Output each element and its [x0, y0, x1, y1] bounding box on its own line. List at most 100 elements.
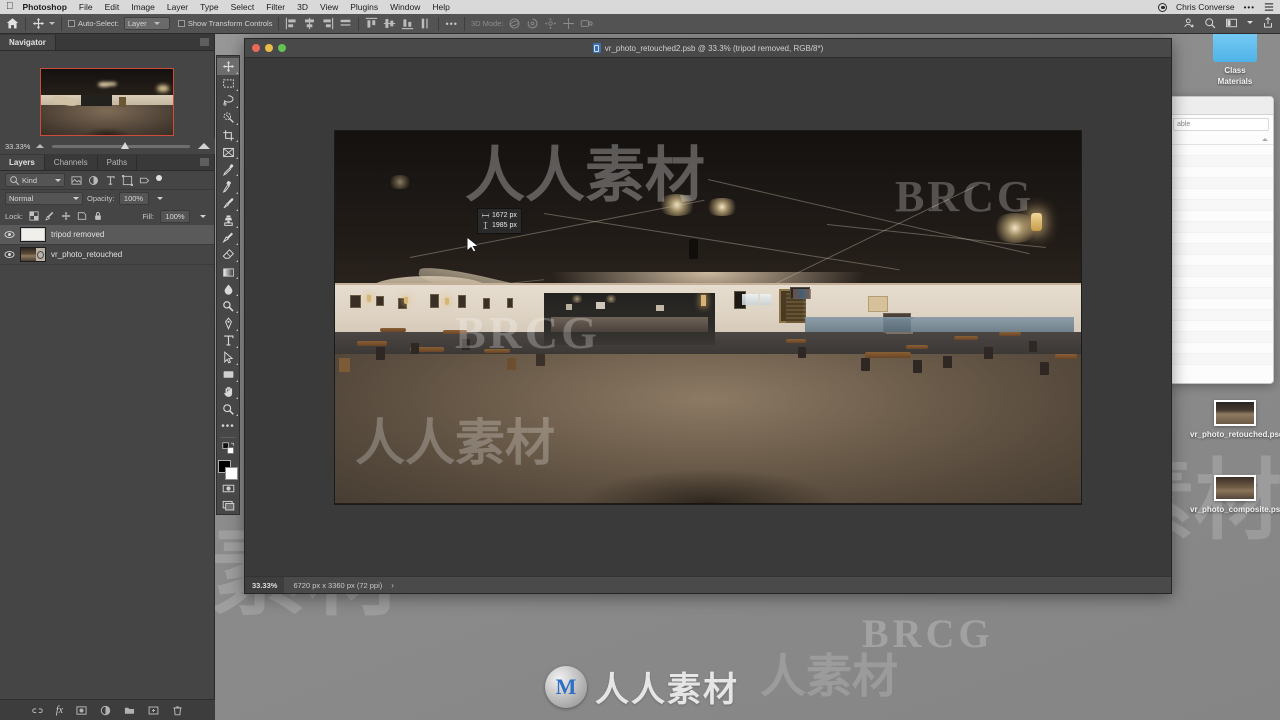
menu-item-photoshop[interactable]: Photoshop [23, 2, 67, 12]
layer-visibility-icon[interactable] [4, 229, 15, 240]
tab-paths[interactable]: Paths [97, 155, 138, 170]
menu-item-layer[interactable]: Layer [167, 2, 188, 12]
layer-name[interactable]: vr_photo_retouched [51, 250, 122, 259]
chevron-down-icon[interactable] [156, 197, 163, 200]
eyedropper-tool[interactable] [217, 161, 239, 178]
desktop-folder-class-materials[interactable]: Class Materials [1207, 30, 1263, 87]
navigator-thumbnail[interactable] [40, 68, 174, 136]
add-layer-mask-icon[interactable] [76, 705, 87, 716]
zoom-out-mountain-icon[interactable] [36, 144, 45, 148]
navigator-zoom-knob[interactable] [121, 141, 130, 149]
menu-item-view[interactable]: View [320, 2, 338, 12]
chevron-down-icon[interactable] [73, 197, 79, 200]
background-window[interactable]: able [1168, 96, 1274, 384]
lock-image-pixels-icon[interactable] [45, 211, 55, 221]
menu-item-plugins[interactable]: Plugins [350, 2, 378, 12]
clone-stamp-tool[interactable] [217, 212, 239, 229]
layer-thumbnail[interactable] [20, 227, 46, 242]
menu-item-type[interactable]: Type [200, 2, 218, 12]
lock-position-icon[interactable] [61, 211, 71, 221]
shape-layer-filter-icon[interactable] [122, 174, 133, 186]
status-dimensions[interactable]: 6720 px x 3360 px (72 ppi) [284, 581, 391, 590]
tab-layers[interactable]: Layers [0, 155, 45, 170]
show-transform-controls-checkbox[interactable] [177, 20, 185, 27]
creative-cloud-icon[interactable] [1158, 2, 1168, 12]
auto-select-checkbox[interactable] [68, 20, 75, 27]
status-zoom-level[interactable]: 33.33% [245, 577, 285, 593]
frame-tool[interactable] [217, 144, 239, 161]
history-brush-tool[interactable] [217, 229, 239, 246]
pixel-layer-filter-icon[interactable] [71, 175, 82, 186]
search-icon[interactable] [1204, 17, 1216, 29]
apple-icon[interactable]:  [6, 2, 14, 12]
layer-row-tripod-removed[interactable]: tripod removed [0, 225, 214, 245]
distribute-h-icon[interactable] [339, 17, 352, 30]
panel-menu-icon[interactable] [200, 38, 209, 46]
chevron-right-icon[interactable]: › [391, 581, 394, 590]
layer-row-vr-photo-retouched[interactable]: vr_photo_retouched [0, 245, 214, 265]
layer-thumbnail[interactable] [20, 247, 46, 262]
align-center-h-icon[interactable] [303, 17, 316, 30]
image-canvas[interactable]: 人人素材 BRCG BRCG 人人素材 1672 px 1985 px [335, 130, 1081, 504]
blend-mode-row[interactable]: Normal Opacity: 100% [0, 190, 214, 207]
blend-mode-select[interactable]: Normal [5, 192, 83, 205]
align-right-icon[interactable] [321, 17, 334, 30]
menu-bar-status-items[interactable]: Chris Converse ••• [1158, 2, 1274, 12]
background-color-swatch[interactable] [225, 466, 238, 480]
menu-bar-user-name[interactable]: Chris Converse [1176, 2, 1235, 12]
crop-tool[interactable] [217, 127, 239, 144]
menu-item-select[interactable]: Select [231, 2, 255, 12]
smart-object-filter-icon[interactable] [139, 175, 150, 186]
opacity-value-field[interactable]: 100% [118, 192, 149, 205]
align-middle-v-icon[interactable] [383, 17, 396, 30]
auto-select-scope-select[interactable]: Layer [123, 17, 170, 30]
tab-channels[interactable]: Channels [44, 155, 98, 170]
app-window-right-controls[interactable] [1183, 16, 1274, 29]
home-icon[interactable] [6, 17, 19, 30]
layers-panel-tabs[interactable]: Layers Channels Paths [0, 154, 214, 171]
zoom-in-mountain-icon[interactable] [198, 143, 210, 149]
share-user-icon[interactable] [1183, 17, 1195, 29]
filter-toggle-icon[interactable] [156, 174, 162, 181]
layers-panel-body[interactable]: Kind Normal Opacity: 100% Lock: Fill: 10… [0, 171, 214, 720]
workspace-icon[interactable] [1225, 17, 1238, 29]
pen-tool[interactable] [217, 315, 239, 332]
brush-tool[interactable] [217, 195, 239, 212]
zoom-tool[interactable] [217, 401, 239, 418]
share-icon[interactable] [1262, 16, 1274, 29]
menu-item-filter[interactable]: Filter [266, 2, 285, 12]
layer-visibility-icon[interactable] [4, 249, 15, 260]
align-left-icon[interactable] [285, 17, 298, 30]
document-status-bar[interactable]: 33.33% 6720 px x 3360 px (72 ppi) › [245, 576, 1171, 593]
gradient-tool[interactable] [217, 264, 239, 281]
menu-item-help[interactable]: Help [432, 2, 449, 12]
lock-all-icon[interactable] [93, 211, 103, 221]
desktop-file-vr-photo-composite[interactable]: vr_photo_composite.psd [1190, 475, 1280, 516]
quick-mask-mode-icon[interactable] [217, 480, 239, 497]
layer-style-fx-icon[interactable]: fx [56, 705, 63, 716]
more-options-icon[interactable]: ••• [445, 19, 457, 29]
menu-item-window[interactable]: Window [390, 2, 420, 12]
new-layer-icon[interactable] [148, 705, 159, 716]
canvas-area[interactable]: 人人素材 BRCG BRCG 人人素材 1672 px 1985 px [245, 58, 1171, 576]
workspace-caret-icon[interactable] [1247, 21, 1253, 24]
tools-panel[interactable]: ••• [216, 55, 240, 515]
roll-3d-icon[interactable] [526, 17, 539, 30]
move-tool[interactable] [217, 58, 239, 76]
menu-item-edit[interactable]: Edit [105, 2, 120, 12]
new-group-icon[interactable] [124, 705, 135, 716]
dodge-tool[interactable] [217, 298, 239, 315]
default-colors-icon[interactable] [217, 440, 239, 457]
chevron-down-icon[interactable] [153, 22, 160, 25]
horizontal-type-tool[interactable] [217, 332, 239, 349]
panel-menu-icon[interactable] [200, 158, 209, 166]
menu-item-image[interactable]: Image [131, 2, 155, 12]
align-bottom-icon[interactable] [401, 17, 414, 30]
slide-3d-icon[interactable] [562, 17, 575, 30]
chevron-down-icon[interactable] [200, 214, 206, 218]
menu-item-file[interactable]: File [79, 2, 93, 12]
lock-transparent-pixels-icon[interactable] [29, 211, 39, 221]
link-layers-icon[interactable] [32, 705, 43, 716]
spot-healing-brush-tool[interactable] [217, 178, 239, 195]
navigator-panel-tabs[interactable]: Navigator [0, 34, 214, 51]
